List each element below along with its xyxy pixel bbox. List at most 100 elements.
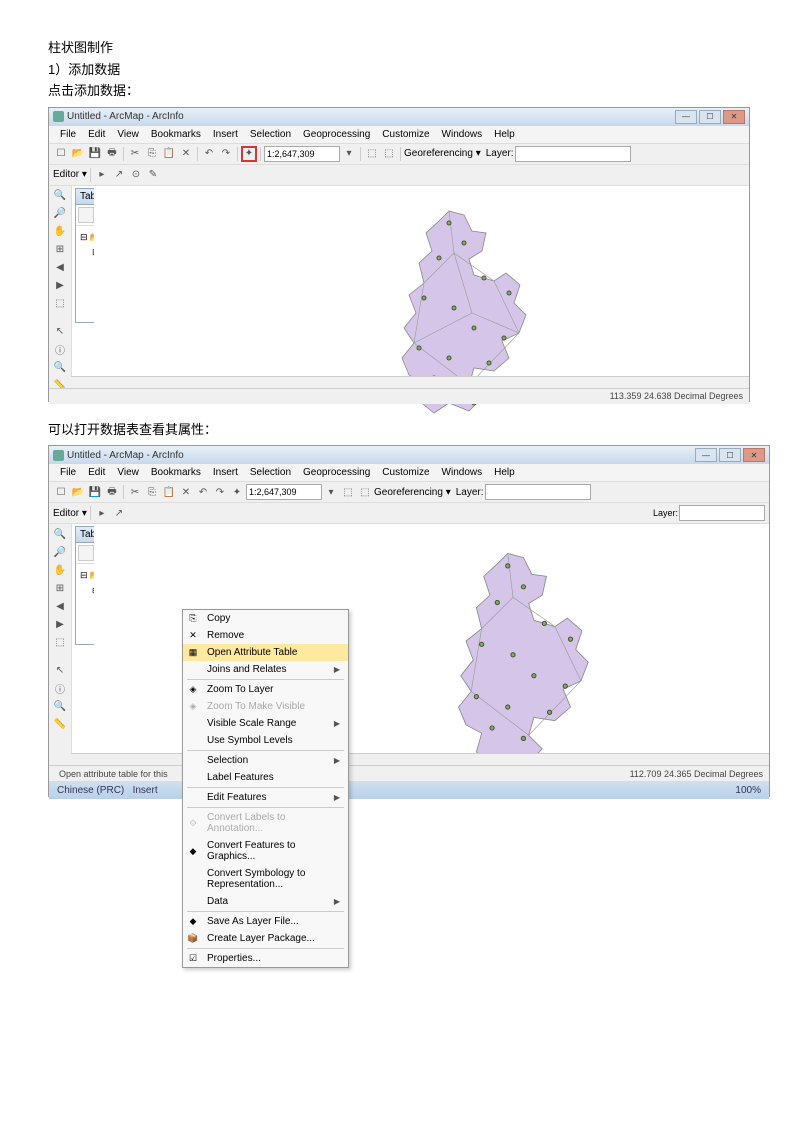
undo-icon[interactable]: ↶ [201,146,217,162]
pan-icon[interactable]: ✋ [52,224,68,240]
open-icon[interactable]: 📂 [70,146,86,162]
ctx-edit-features[interactable]: Edit Features▶ [183,789,348,806]
menu-bookmarks[interactable]: Bookmarks [146,128,206,141]
copy-icon[interactable]: ⎘ [144,484,160,500]
tool-icon[interactable]: ⊙ [128,167,144,183]
georef-label[interactable]: Georeferencing ▾ [404,148,481,159]
zoom-next-icon[interactable]: ▶ [52,278,68,294]
zoom-prev-icon[interactable]: ◀ [52,598,68,614]
paste-icon[interactable]: 📋 [161,146,177,162]
scale-input[interactable]: 1:2,647,309 [264,146,340,162]
ctx-label-features[interactable]: Label Features [183,769,348,786]
menu-windows[interactable]: Windows [437,466,488,479]
menu-selection[interactable]: Selection [245,128,296,141]
menu-geoprocessing[interactable]: Geoprocessing [298,466,375,479]
ctx-copy[interactable]: ⎘Copy [183,610,348,627]
scale-dropdown-icon[interactable]: ▾ [341,146,357,162]
menu-edit[interactable]: Edit [83,466,110,479]
pointer-icon[interactable]: ↖ [52,662,68,678]
georef-label[interactable]: Georeferencing ▾ [374,487,451,498]
ctx-joins[interactable]: Joins and Relates▶ [183,661,348,678]
cut-icon[interactable]: ✂ [127,146,143,162]
zoom-next-icon[interactable]: ▶ [52,616,68,632]
menu-view[interactable]: View [112,128,144,141]
minimize-button[interactable]: — [675,110,697,124]
menu-edit[interactable]: Edit [83,128,110,141]
toolbar-icon[interactable]: ⬚ [381,146,397,162]
toolbar-icon[interactable]: ⬚ [357,484,373,500]
tool-icon[interactable]: ✎ [145,167,161,183]
scale-input[interactable]: 1:2,647,309 [246,484,322,500]
find-icon[interactable]: 🔍 [52,698,68,714]
close-button[interactable]: ✕ [723,110,745,124]
zoom-in-icon[interactable]: 🔍 [52,526,68,542]
ctx-convert-graphics[interactable]: ◆Convert Features to Graphics... [183,837,348,865]
minimize-button[interactable]: — [695,448,717,462]
tool-icon[interactable]: ↗ [111,505,127,521]
new-icon[interactable]: ☐ [53,484,69,500]
ctx-properties[interactable]: ☑Properties... [183,950,348,967]
zoom-in-icon[interactable]: 🔍 [52,188,68,204]
redo-icon[interactable]: ↷ [212,484,228,500]
new-icon[interactable]: ☐ [53,146,69,162]
pan-icon[interactable]: ✋ [52,562,68,578]
ctx-create-package[interactable]: 📦Create Layer Package... [183,930,348,947]
cut-icon[interactable]: ✂ [127,484,143,500]
select-icon[interactable]: ⬚ [52,634,68,650]
menu-file[interactable]: File [55,466,81,479]
print-icon[interactable]: 🖶 [104,146,120,162]
menu-windows[interactable]: Windows [437,128,488,141]
scale-dropdown-icon[interactable]: ▾ [323,484,339,500]
zoom-out-icon[interactable]: 🔎 [52,206,68,222]
zoom-out-icon[interactable]: 🔎 [52,544,68,560]
full-extent-icon[interactable]: ⊞ [52,242,68,258]
menu-file[interactable]: File [55,128,81,141]
delete-icon[interactable]: ✕ [178,484,194,500]
copy-icon[interactable]: ⎘ [144,146,160,162]
pointer-icon[interactable]: ↖ [52,324,68,340]
ctx-symbol-levels[interactable]: Use Symbol Levels [183,732,348,749]
add-data-button[interactable]: ✦ [241,146,257,162]
paste-icon[interactable]: 📋 [161,484,177,500]
measure-icon[interactable]: 📏 [52,716,68,732]
open-icon[interactable]: 📂 [70,484,86,500]
redo-icon[interactable]: ↷ [218,146,234,162]
menu-geoprocessing[interactable]: Geoprocessing [298,128,375,141]
lang-indicator[interactable]: Chinese (PRC) [57,785,124,796]
tool-icon[interactable]: ↗ [111,167,127,183]
menu-view[interactable]: View [112,466,144,479]
menu-customize[interactable]: Customize [377,466,434,479]
ctx-convert-rep[interactable]: Convert Symbology to Representation... [183,865,348,893]
menu-selection[interactable]: Selection [245,466,296,479]
zoom-level[interactable]: 100% [735,785,761,796]
ctx-open-attribute-table[interactable]: ▦Open Attribute Table [183,644,348,661]
map-canvas[interactable] [94,186,749,404]
zoom-prev-icon[interactable]: ◀ [52,260,68,276]
layer-combo[interactable] [485,484,591,500]
ctx-data[interactable]: Data▶ [183,893,348,910]
menu-customize[interactable]: Customize [377,128,434,141]
save-icon[interactable]: 💾 [87,484,103,500]
toc-list-icon[interactable] [78,545,94,561]
identify-icon[interactable]: ⓘ [52,342,68,358]
menu-help[interactable]: Help [489,128,520,141]
editor-menu[interactable]: Editor ▾ [53,169,87,180]
close-button[interactable]: ✕ [743,448,765,462]
save-icon[interactable]: 💾 [87,146,103,162]
editor-menu[interactable]: Editor ▾ [53,508,87,519]
delete-icon[interactable]: ✕ [178,146,194,162]
layer-combo[interactable] [515,146,631,162]
select-icon[interactable]: ⬚ [52,296,68,312]
find-icon[interactable]: 🔍 [52,360,68,376]
full-extent-icon[interactable]: ⊞ [52,580,68,596]
layer-combo-2[interactable] [679,505,765,521]
editor-toolbar-icon[interactable]: ⬚ [364,146,380,162]
menu-bookmarks[interactable]: Bookmarks [146,466,206,479]
print-icon[interactable]: 🖶 [104,484,120,500]
add-data-button[interactable]: ✦ [229,484,245,500]
identify-icon[interactable]: ⓘ [52,680,68,696]
ctx-save-layer[interactable]: ◆Save As Layer File... [183,913,348,930]
tool-icon[interactable]: ▸ [94,505,110,521]
menu-help[interactable]: Help [489,466,520,479]
maximize-button[interactable]: ☐ [719,448,741,462]
